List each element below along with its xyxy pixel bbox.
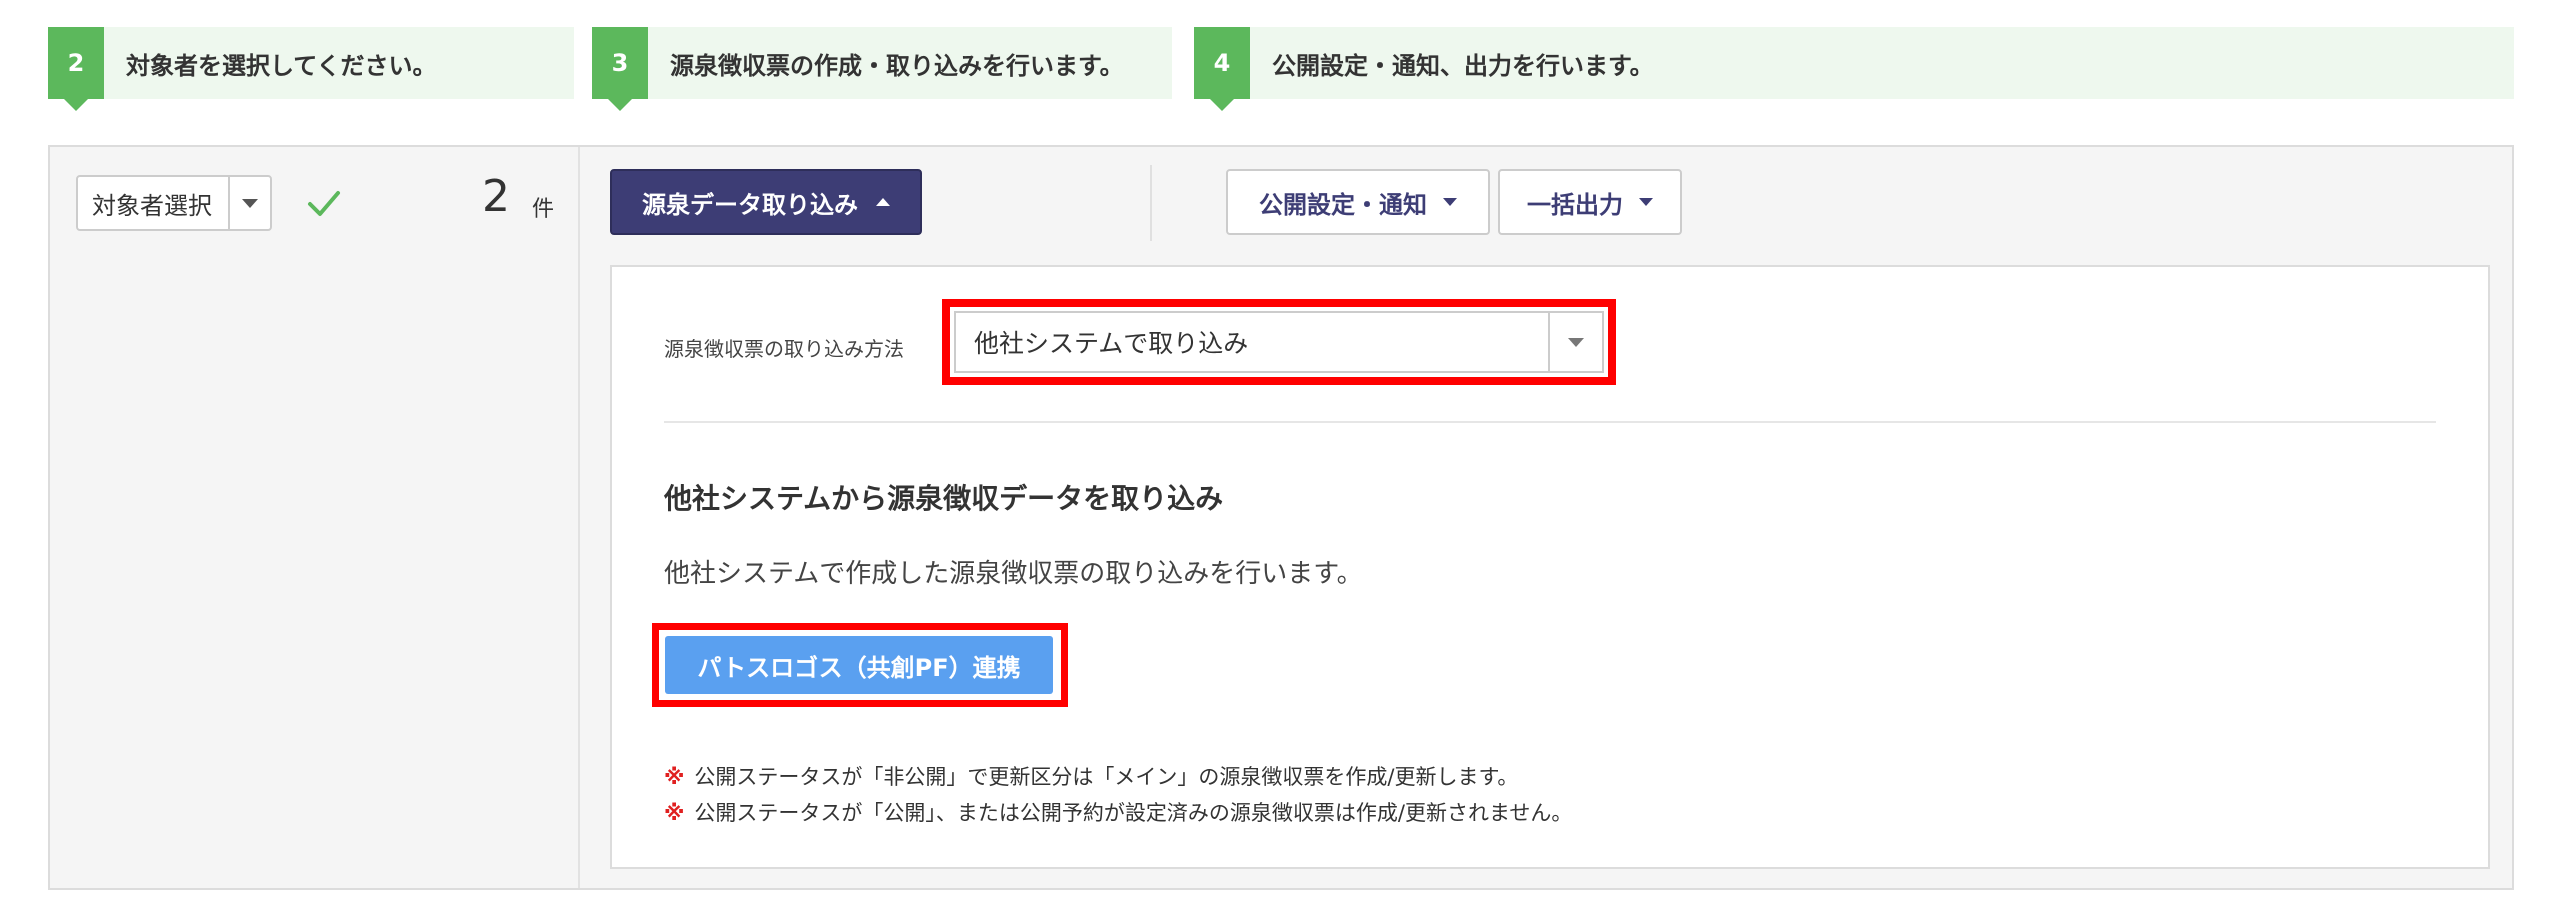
note-text: 公開ステータスが「非公開」で更新区分は「メイン」の源泉徴収票を作成/更新します。 (694, 765, 1519, 789)
step-3: 3 源泉徴収票の作成・取り込みを行います。 (592, 27, 1172, 111)
target-select[interactable]: 対象者選択 (76, 175, 272, 231)
step-4-label: 公開設定・通知、出力を行います。 (1272, 51, 1654, 80)
chevron-down-icon (1639, 198, 1653, 206)
note-mark: ※ (664, 765, 685, 789)
import-method-caret[interactable] (1548, 313, 1602, 371)
import-panel: 源泉徴収票の取り込み方法 他社システムで取り込み 他社システムから源泉徴収データ… (610, 265, 2490, 869)
toolbar-divider (1150, 165, 1152, 241)
target-select-caret[interactable] (228, 177, 270, 229)
import-data-button[interactable]: 源泉データ取り込み (610, 169, 922, 235)
import-method-value: 他社システムで取り込み (974, 329, 1249, 358)
target-select-label: 対象者選択 (92, 191, 212, 220)
check-icon (308, 191, 340, 216)
publish-notify-button[interactable]: 公開設定・通知 (1226, 169, 1490, 235)
import-method-select[interactable]: 他社システムで取り込み (954, 311, 1604, 373)
chevron-down-icon (242, 198, 258, 208)
target-column: 対象者選択 2 件 (50, 147, 580, 888)
bulk-export-button[interactable]: 一括出力 (1498, 169, 1682, 235)
chevron-down-icon (1568, 337, 1584, 347)
note-mark: ※ (664, 801, 685, 825)
section-description: 他社システムで作成した源泉徴収票の取り込みを行います。 (664, 559, 1363, 589)
publish-notify-button-label: 公開設定・通知 (1259, 190, 1427, 219)
chevron-down-icon (1443, 198, 1457, 206)
note-text: 公開ステータスが「公開」、または公開予約が設定済みの源泉徴収票は作成/更新されま… (694, 801, 1573, 825)
note-item: ※ 公開ステータスが「非公開」で更新区分は「メイン」の源泉徴収票を作成/更新します… (664, 761, 1518, 791)
bulk-export-button-label: 一括出力 (1527, 190, 1623, 219)
note-item: ※ 公開ステータスが「公開」、または公開予約が設定済みの源泉徴収票は作成/更新され… (664, 797, 1572, 827)
step-2-label: 対象者を選択してください。 (126, 51, 437, 80)
step-2-number: 2 (48, 27, 104, 111)
target-count-unit: 件 (532, 197, 555, 222)
step-3-number: 3 (592, 27, 648, 111)
target-count: 2 (482, 171, 510, 222)
section-divider (664, 421, 2436, 423)
step-4-number: 4 (1194, 27, 1250, 111)
import-method-label: 源泉徴収票の取り込み方法 (664, 337, 904, 361)
step-2: 2 対象者を選択してください。 (48, 27, 574, 111)
main-panel: 対象者選択 2 件 源泉データ取り込み 公開設定・通知 一括出力 源泉徴収票の取… (48, 145, 2514, 890)
section-heading: 他社システムから源泉徴収データを取り込み (664, 482, 1224, 515)
step-3-label: 源泉徴収票の作成・取り込みを行います。 (670, 51, 1124, 80)
step-4: 4 公開設定・通知、出力を行います。 (1194, 27, 2514, 111)
highlight-frame: 他社システムで取り込み (942, 299, 1616, 385)
patos-logos-link-button[interactable]: パトスロゴス（共創PF）連携 (665, 636, 1053, 694)
highlight-frame: パトスロゴス（共創PF）連携 (652, 623, 1068, 707)
chevron-up-icon (876, 198, 890, 206)
import-data-button-label: 源泉データ取り込み (642, 190, 858, 219)
action-column: 源泉データ取り込み 公開設定・通知 一括出力 源泉徴収票の取り込み方法 他社シス… (582, 147, 2512, 888)
